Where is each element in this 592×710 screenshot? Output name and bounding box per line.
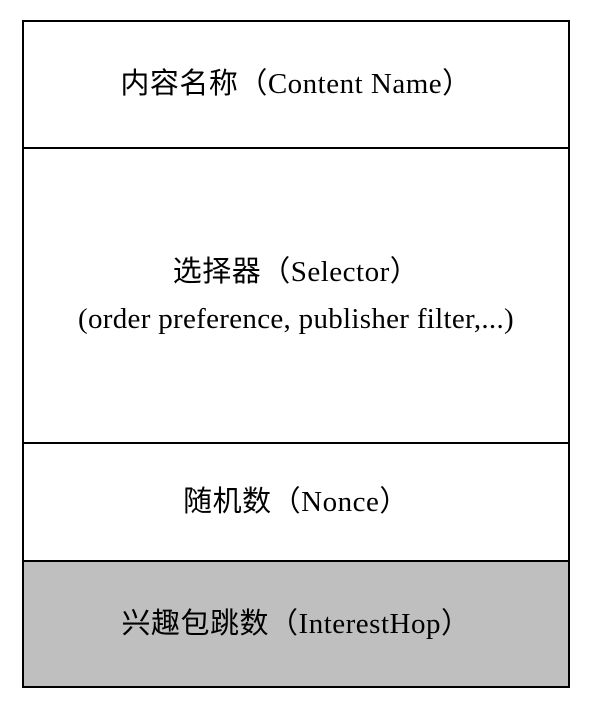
- field-content-name-label: 内容名称（Content Name）: [120, 61, 471, 107]
- field-selector: 选择器（Selector） (order preference, publish…: [24, 149, 568, 444]
- field-selector-subtitle: (order preference, publisher filter,...): [78, 296, 514, 342]
- field-nonce: 随机数（Nonce）: [24, 444, 568, 562]
- field-selector-label: 选择器（Selector）: [173, 249, 420, 295]
- field-content-name: 内容名称（Content Name）: [24, 22, 568, 149]
- field-interest-hop: 兴趣包跳数（InterestHop）: [24, 562, 568, 686]
- field-interest-hop-label: 兴趣包跳数（InterestHop）: [122, 601, 471, 647]
- packet-structure-diagram: 内容名称（Content Name） 选择器（Selector） (order …: [22, 20, 570, 688]
- field-nonce-label: 随机数（Nonce）: [183, 479, 409, 525]
